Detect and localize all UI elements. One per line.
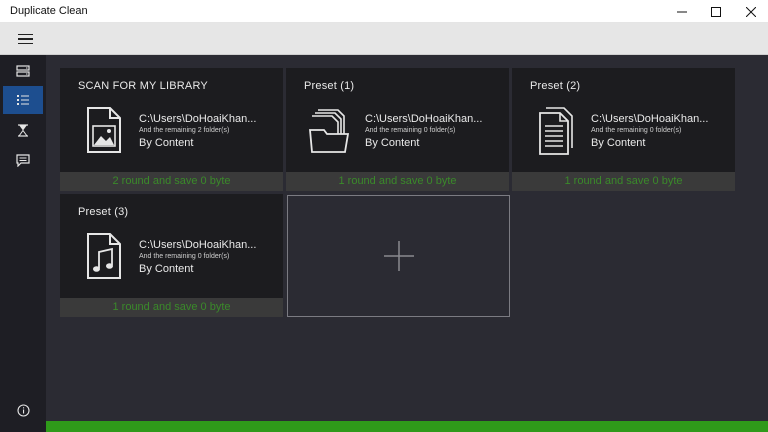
minimize-icon [677, 11, 687, 12]
card-remaining: And the remaining 2 folder(s) [139, 127, 230, 134]
card-title: SCAN FOR MY LIBRARY [78, 80, 208, 92]
close-icon [746, 6, 756, 17]
message-icon [16, 153, 30, 167]
card-remaining: And the remaining 0 folder(s) [139, 253, 230, 260]
documents-icon [539, 107, 573, 155]
card-footer: 1 round and save 0 byte [512, 172, 735, 191]
card-path: C:\Users\DoHoaiKhan... [591, 113, 709, 125]
hourglass-icon [18, 123, 28, 137]
sidebar-item-list[interactable] [3, 86, 43, 114]
folder-files-icon [309, 109, 350, 153]
card-mode: By Content [139, 263, 194, 275]
add-preset-button[interactable] [287, 195, 510, 317]
card-mode: By Content [365, 137, 420, 149]
close-button[interactable] [734, 0, 768, 23]
plus-icon [383, 241, 414, 271]
sidebar-item-messages[interactable] [3, 146, 43, 174]
preset-card-2[interactable]: Preset (2) C:\Users\DoHoaiKhan... And th… [512, 68, 735, 191]
card-footer: 2 round and save 0 byte [60, 172, 283, 191]
card-mode: By Content [139, 137, 194, 149]
list-icon [17, 95, 29, 105]
status-bar [46, 421, 768, 432]
info-icon [16, 403, 30, 417]
preset-card-library[interactable]: SCAN FOR MY LIBRARY C:\Users\DoHoaiKhan.… [60, 68, 283, 191]
maximize-icon [711, 6, 721, 17]
maximize-button[interactable] [699, 0, 733, 23]
sidebar-item-history[interactable] [3, 116, 43, 144]
card-path: C:\Users\DoHoaiKhan... [139, 113, 257, 125]
title-bar: Duplicate Clean [0, 0, 768, 23]
sidebar [0, 55, 46, 432]
preset-card-1[interactable]: Preset (1) C:\Users\DoHoaiKhan... And th… [286, 68, 509, 191]
card-path: C:\Users\DoHoaiKhan... [365, 113, 483, 125]
preset-card-3[interactable]: Preset (3) C:\Users\DoHoaiKhan... And th… [60, 194, 283, 317]
info-button[interactable] [3, 396, 43, 424]
preset-grid: SCAN FOR MY LIBRARY C:\Users\DoHoaiKhan.… [46, 55, 768, 421]
card-footer: 1 round and save 0 byte [286, 172, 509, 191]
minimize-button[interactable] [665, 0, 699, 23]
music-file-icon [87, 233, 121, 279]
window-title: Duplicate Clean [10, 5, 88, 17]
server-icon [16, 65, 30, 77]
hamburger-menu-icon[interactable] [10, 29, 40, 49]
card-title: Preset (2) [530, 80, 581, 92]
image-file-icon [87, 107, 121, 153]
card-title: Preset (3) [78, 206, 129, 218]
toolbar [0, 23, 768, 55]
card-mode: By Content [591, 137, 646, 149]
card-remaining: And the remaining 0 folder(s) [591, 127, 682, 134]
card-title: Preset (1) [304, 80, 355, 92]
sidebar-item-server[interactable] [3, 57, 43, 85]
card-footer: 1 round and save 0 byte [60, 298, 283, 317]
card-path: C:\Users\DoHoaiKhan... [139, 239, 257, 251]
card-remaining: And the remaining 0 folder(s) [365, 127, 456, 134]
